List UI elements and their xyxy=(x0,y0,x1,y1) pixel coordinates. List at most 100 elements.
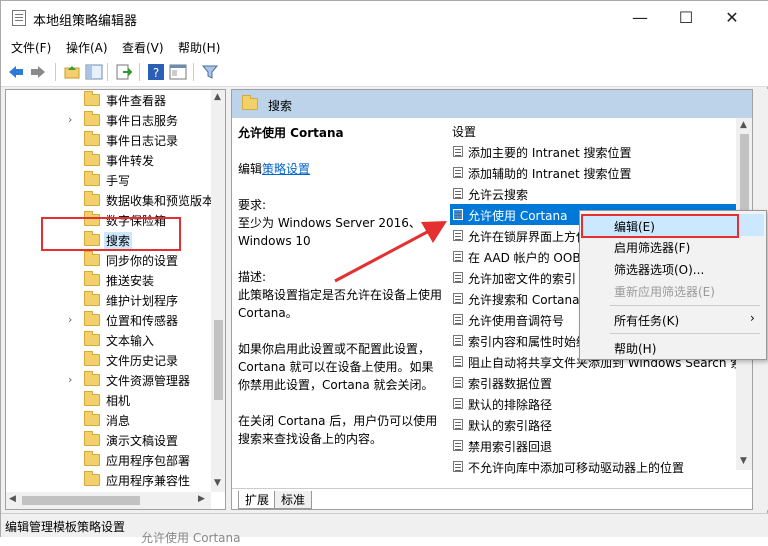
tree-item[interactable]: 消息 xyxy=(6,410,211,430)
toolbar-separator xyxy=(107,63,108,81)
folder-icon xyxy=(84,311,100,326)
folder-icon xyxy=(84,291,100,306)
menu-help[interactable]: 帮助(H) xyxy=(178,39,220,56)
toolbar-separator xyxy=(193,63,194,81)
list-item[interactable]: 索引器数据位置 xyxy=(450,372,736,393)
folder-icon xyxy=(84,271,100,286)
scroll-thumb[interactable] xyxy=(214,320,223,400)
tree-item[interactable]: › 位置和传感器 xyxy=(6,310,211,330)
scroll-down-arrow-icon[interactable]: ▼ xyxy=(740,456,747,466)
context-menu-filter-options[interactable]: 筛选器选项(O)... xyxy=(582,257,764,279)
list-item[interactable]: 默认的排除路径 xyxy=(450,393,736,414)
tree-item-label: 位置和传感器 xyxy=(106,314,179,328)
list-item[interactable]: 默认的索引路径 xyxy=(450,414,736,435)
export-list-icon[interactable] xyxy=(115,63,133,81)
scroll-thumb[interactable] xyxy=(740,134,749,214)
expand-chevron-icon[interactable]: › xyxy=(68,113,72,126)
description-title: 允许使用 Cortana xyxy=(238,126,344,140)
forward-arrow-icon[interactable] xyxy=(29,63,47,81)
toolbar-separator xyxy=(55,63,56,81)
tree-item[interactable]: 事件日志记录 xyxy=(6,130,211,150)
view-tabs: 扩展 标准 xyxy=(232,488,752,509)
tree-item[interactable]: 维护计划程序 xyxy=(6,290,211,310)
tab-standard[interactable]: 标准 xyxy=(274,491,313,509)
menu-action[interactable]: 操作(A) xyxy=(66,39,108,56)
list-item[interactable]: 添加辅助的 Intranet 搜索位置 xyxy=(450,162,736,183)
setting-label: 添加主要的 Intranet 搜索位置 xyxy=(468,146,632,160)
tree-item-label: 维护计划程序 xyxy=(106,294,179,308)
minimize-button[interactable]: — xyxy=(617,1,663,35)
properties-icon[interactable] xyxy=(169,63,187,81)
tree-item[interactable]: 演示文稿设置 xyxy=(6,430,211,450)
policy-setting-icon xyxy=(453,188,463,199)
menu-view[interactable]: 查看(V) xyxy=(122,39,164,56)
gpedit-app-icon xyxy=(12,10,26,26)
scroll-up-arrow-icon[interactable]: ▲ xyxy=(214,92,221,102)
context-menu-enable-filter[interactable]: 启用筛选器(F) xyxy=(582,235,764,257)
tree-item[interactable]: 手写 xyxy=(6,170,211,190)
menu-file[interactable]: 文件(F) xyxy=(11,39,51,56)
filter-icon[interactable] xyxy=(201,63,219,81)
tree-item-label: 应用程序兼容性 xyxy=(106,474,191,488)
pane-header: 搜索 xyxy=(232,90,752,118)
tree-horizontal-scrollbar[interactable]: ◀ ▶ xyxy=(6,492,211,509)
tree-item-label: 相机 xyxy=(106,394,131,408)
help-icon[interactable]: ? xyxy=(147,63,165,81)
list-item[interactable]: 允许云搜索 xyxy=(450,183,736,204)
menu-separator xyxy=(610,333,760,334)
menu-item-label: 所有任务(K) xyxy=(614,314,680,328)
tree-item-label: 数据收集和预览版本 xyxy=(106,194,215,208)
scroll-right-arrow-icon[interactable]: ▶ xyxy=(198,494,205,504)
setting-label: 不允许向库中添加可移动驱动器上的位置 xyxy=(468,461,685,475)
policy-setting-icon xyxy=(453,377,463,388)
up-folder-icon[interactable] xyxy=(63,63,81,81)
tree-item[interactable]: › 事件日志服务 xyxy=(6,110,211,130)
tree-item-label: 文件历史记录 xyxy=(106,354,179,368)
policy-setting-icon xyxy=(453,440,463,451)
tree-item[interactable]: 同步你的设置 xyxy=(6,250,211,270)
folder-icon xyxy=(84,431,100,446)
list-item[interactable]: 禁用索引器回退 xyxy=(450,435,736,456)
scroll-thumb[interactable] xyxy=(22,496,140,505)
context-menu-all-tasks[interactable]: 所有任务(K) › xyxy=(582,308,764,330)
show-hide-tree-icon[interactable] xyxy=(85,63,103,81)
list-item[interactable]: 不允许向库中添加可移动驱动器上的位置 xyxy=(450,456,736,477)
policy-tree: 事件查看器 › 事件日志服务 事件日志记录 事件转发 手写 数据收集和预览版本 数… xyxy=(5,89,226,510)
context-menu-help[interactable]: 帮助(H) xyxy=(582,336,764,358)
menu-item-label: 启用筛选器(F) xyxy=(614,241,691,255)
folder-icon xyxy=(84,471,100,486)
tree-item[interactable]: 文件历史记录 xyxy=(6,350,211,370)
status-text: 编辑管理模板策略设置 xyxy=(5,520,126,534)
tree-item[interactable]: 推送安装 xyxy=(6,270,211,290)
tree-item[interactable]: 事件查看器 xyxy=(6,90,211,110)
expand-chevron-icon[interactable]: › xyxy=(68,373,72,386)
tree-item[interactable]: › 文件资源管理器 xyxy=(6,370,211,390)
requirements-text: 至少为 Windows Server 2016、Windows 10 xyxy=(238,216,421,248)
close-button[interactable]: ✕ xyxy=(709,1,755,35)
maximize-button[interactable]: ☐ xyxy=(663,1,709,35)
back-arrow-icon[interactable] xyxy=(7,63,25,81)
list-item[interactable]: 添加主要的 Intranet 搜索位置 xyxy=(450,141,736,162)
tree-item-label: 事件日志记录 xyxy=(106,134,179,148)
tree-item[interactable]: 数据收集和预览版本 xyxy=(6,190,215,210)
policy-setting-icon xyxy=(453,146,463,157)
scroll-up-arrow-icon[interactable]: ▲ xyxy=(740,120,747,130)
tree-item[interactable]: 应用程序兼容性 xyxy=(6,470,211,490)
pane-header-title: 搜索 xyxy=(268,99,293,113)
tree-item[interactable]: 事件转发 xyxy=(6,150,211,170)
gpedit-window: 本地组策略编辑器 — ☐ ✕ 文件(F) 操作(A) 查看(V) 帮助(H) ?… xyxy=(0,0,768,545)
menu-bar: 文件(F) 操作(A) 查看(V) 帮助(H) xyxy=(1,35,768,59)
tree-item[interactable]: 文本输入 xyxy=(6,330,211,350)
tab-extended[interactable]: 扩展 xyxy=(238,491,277,509)
edit-policy-link[interactable]: 策略设置 xyxy=(262,162,310,176)
scroll-left-arrow-icon[interactable]: ◀ xyxy=(9,494,16,504)
menu-item-label: 重新应用筛选器(E) xyxy=(614,285,715,299)
scroll-down-arrow-icon[interactable]: ▼ xyxy=(214,478,221,488)
settings-column-header[interactable]: 设置 xyxy=(452,123,476,140)
setting-label: 默认的索引路径 xyxy=(468,419,553,433)
folder-icon xyxy=(242,95,258,110)
tree-item[interactable]: 应用程序包部署 xyxy=(6,450,211,470)
tree-item[interactable]: 相机 xyxy=(6,390,211,410)
expand-chevron-icon[interactable]: › xyxy=(68,313,72,326)
tree-vertical-scrollbar[interactable]: ▲ ▼ xyxy=(211,90,225,492)
